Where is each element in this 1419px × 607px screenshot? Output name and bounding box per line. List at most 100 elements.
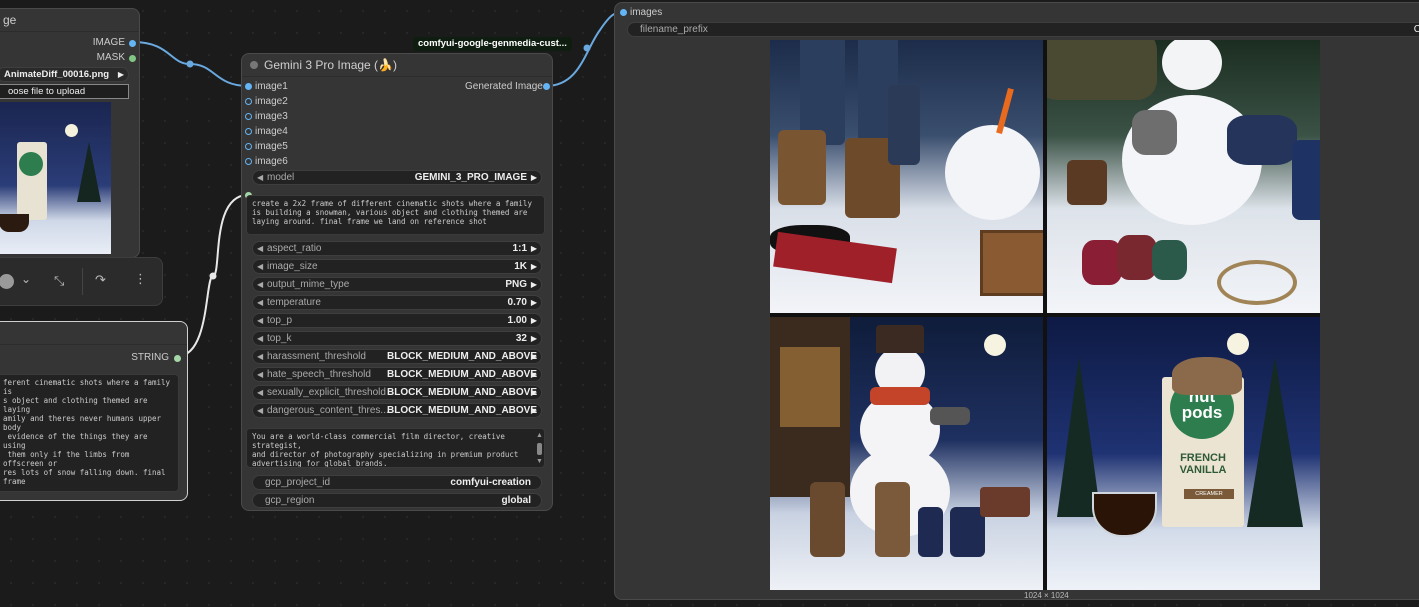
- decrement-arrow-icon[interactable]: ◀: [257, 260, 263, 273]
- gcp-region-value: global: [501, 495, 531, 506]
- gcp-region-label: gcp_region: [265, 495, 315, 506]
- combo-right-arrow-icon[interactable]: ▶: [531, 171, 537, 184]
- increment-arrow-icon[interactable]: ▶: [531, 296, 537, 309]
- model-label: model: [267, 172, 295, 183]
- decrement-arrow-icon[interactable]: ◀: [257, 404, 263, 417]
- combo-left-arrow-icon[interactable]: ◀: [257, 171, 263, 184]
- chevron-down-icon[interactable]: ⌄: [21, 272, 31, 286]
- input-image6-pin[interactable]: [245, 158, 252, 165]
- input-image5-label: image5: [255, 141, 288, 152]
- increment-arrow-icon[interactable]: ▶: [531, 350, 537, 363]
- param-top-k[interactable]: ◀ top_k 32 ▶: [252, 331, 542, 346]
- param-harassment-threshold[interactable]: ◀ harassment_threshold BLOCK_MEDIUM_AND_AB…: [252, 349, 542, 364]
- node-source-badge: comfyui-google-genmedia-cust...: [413, 37, 572, 51]
- increment-arrow-icon[interactable]: ▶: [531, 332, 537, 345]
- param-sexually-explicit-threshold[interactable]: ◀ sexually_explicit_threshold BLOCK_MEDIUM…: [252, 385, 542, 400]
- param-label: output_mime_type: [267, 279, 350, 290]
- model-combo[interactable]: ◀ model GEMINI_3_PRO_IMAGE ▶: [252, 170, 542, 185]
- param-label: image_size: [267, 261, 318, 272]
- param-value: 32: [515, 333, 527, 344]
- system-prompt-textarea[interactable]: You are a world-class commercial film di…: [246, 428, 545, 468]
- textarea-scrollbar[interactable]: ▲ ▼: [536, 432, 543, 466]
- decrement-arrow-icon[interactable]: ◀: [257, 368, 263, 381]
- upload-label: oose file to upload: [8, 86, 86, 97]
- input-image2-label: image2: [255, 96, 288, 107]
- selection-toolbar: ⌄ ⤡ ↷ ⋮: [0, 257, 163, 306]
- increment-arrow-icon[interactable]: ▶: [531, 386, 537, 399]
- gcp-project-label: gcp_project_id: [265, 477, 331, 488]
- string-textarea[interactable]: ferent cinematic shots where a family is…: [0, 374, 179, 492]
- generated-image-grid[interactable]: nut pods FRENCH VANILLA CREAMER: [770, 40, 1320, 590]
- param-label: sexually_explicit_threshold: [267, 387, 386, 398]
- flavor-line-1: FRENCH: [1180, 452, 1226, 464]
- color-circle-icon[interactable]: [0, 274, 14, 289]
- node-collapse-dot[interactable]: [250, 61, 258, 69]
- gcp-region-field[interactable]: gcp_region global: [252, 493, 542, 508]
- increment-arrow-icon[interactable]: ▶: [531, 404, 537, 417]
- load-image-preview: [0, 102, 111, 254]
- output-generated-image-label: Generated Image: [465, 81, 543, 92]
- param-value: 1:1: [512, 243, 527, 254]
- param-image-size[interactable]: ◀ image_size 1K ▶: [252, 259, 542, 274]
- wire-reroute-dot[interactable]: [186, 60, 194, 68]
- filename-prefix-field[interactable]: filename_prefix C: [627, 22, 1419, 37]
- increment-arrow-icon[interactable]: ▶: [531, 278, 537, 291]
- output-generated-image-pin[interactable]: [543, 83, 550, 90]
- string-node[interactable]: STRING ferent cinematic shots where a fa…: [0, 321, 188, 501]
- load-image-node[interactable]: ge IMAGE MASK AnimateDiff_00016.png ▶ oo…: [0, 8, 140, 258]
- more-icon[interactable]: ⋮: [134, 271, 147, 287]
- input-image1-label: image1: [255, 81, 288, 92]
- brand-bottom: pods: [1181, 403, 1223, 422]
- param-value: BLOCK_MEDIUM_AND_ABOVE: [387, 351, 538, 362]
- gcp-project-value: comfyui-creation: [450, 477, 531, 488]
- input-image1-pin[interactable]: [245, 83, 252, 90]
- decrement-arrow-icon[interactable]: ◀: [257, 242, 263, 255]
- increment-arrow-icon[interactable]: ▶: [531, 314, 537, 327]
- param-temperature[interactable]: ◀ temperature 0.70 ▶: [252, 295, 542, 310]
- input-images-label: images: [630, 7, 663, 18]
- decrement-arrow-icon[interactable]: ◀: [257, 296, 263, 309]
- increment-arrow-icon[interactable]: ▶: [531, 242, 537, 255]
- wire-reroute-dot[interactable]: [209, 272, 217, 280]
- param-hate-speech-threshold[interactable]: ◀ hate_speech_threshold BLOCK_MEDIUM_AND_A…: [252, 367, 542, 382]
- output-mask-label: MASK: [96, 52, 125, 63]
- output-string-pin[interactable]: [174, 355, 181, 362]
- decrement-arrow-icon[interactable]: ◀: [257, 386, 263, 399]
- param-aspect-ratio[interactable]: ◀ aspect_ratio 1:1 ▶: [252, 241, 542, 256]
- output-mask-pin[interactable]: [129, 55, 136, 62]
- upload-button[interactable]: oose file to upload: [0, 84, 129, 99]
- param-dangerous-content-thres[interactable]: ◀ dangerous_content_thres... BLOCK_MEDIUM_…: [252, 403, 542, 418]
- gcp-project-field[interactable]: gcp_project_id comfyui-creation: [252, 475, 542, 490]
- param-label: top_k: [267, 333, 292, 344]
- input-image5-pin[interactable]: [245, 143, 252, 150]
- decrement-arrow-icon[interactable]: ◀: [257, 314, 263, 327]
- image-tile-2: [1047, 40, 1320, 313]
- increment-arrow-icon[interactable]: ▶: [531, 368, 537, 381]
- input-image2-pin[interactable]: [245, 98, 252, 105]
- output-image-label: IMAGE: [92, 37, 125, 48]
- param-label: harassment_threshold: [267, 351, 366, 362]
- gemini-node-title: Gemini 3 Pro Image (🍌): [242, 54, 552, 77]
- decrement-arrow-icon[interactable]: ◀: [257, 278, 263, 291]
- redo-icon[interactable]: ↷: [95, 272, 106, 288]
- input-image3-pin[interactable]: [245, 113, 252, 120]
- input-image4-pin[interactable]: [245, 128, 252, 135]
- decrement-arrow-icon[interactable]: ◀: [257, 332, 263, 345]
- param-top-p[interactable]: ◀ top_p 1.00 ▶: [252, 313, 542, 328]
- wire-image: [132, 41, 249, 87]
- collapse-icon[interactable]: ⤡: [54, 273, 64, 289]
- filename-prefix-label: filename_prefix: [640, 24, 708, 35]
- image-filename-combo[interactable]: AnimateDiff_00016.png ▶: [0, 67, 129, 82]
- param-value: 0.70: [507, 297, 527, 308]
- param-output-mime-type[interactable]: ◀ output_mime_type PNG ▶: [252, 277, 542, 292]
- decrement-arrow-icon[interactable]: ◀: [257, 350, 263, 363]
- wire-reroute-dot[interactable]: [583, 44, 591, 52]
- increment-arrow-icon[interactable]: ▶: [531, 260, 537, 273]
- output-image-pin[interactable]: [129, 40, 136, 47]
- gemini-node-title-text: Gemini 3 Pro Image (🍌): [264, 58, 397, 72]
- input-images-pin[interactable]: [620, 9, 627, 16]
- prompt-textarea[interactable]: create a 2x2 frame of different cinemati…: [246, 195, 545, 235]
- flavor-line-2: VANILLA: [1179, 464, 1227, 476]
- load-image-title: ge: [0, 9, 139, 32]
- param-value: BLOCK_MEDIUM_AND_ABOVE: [387, 387, 538, 398]
